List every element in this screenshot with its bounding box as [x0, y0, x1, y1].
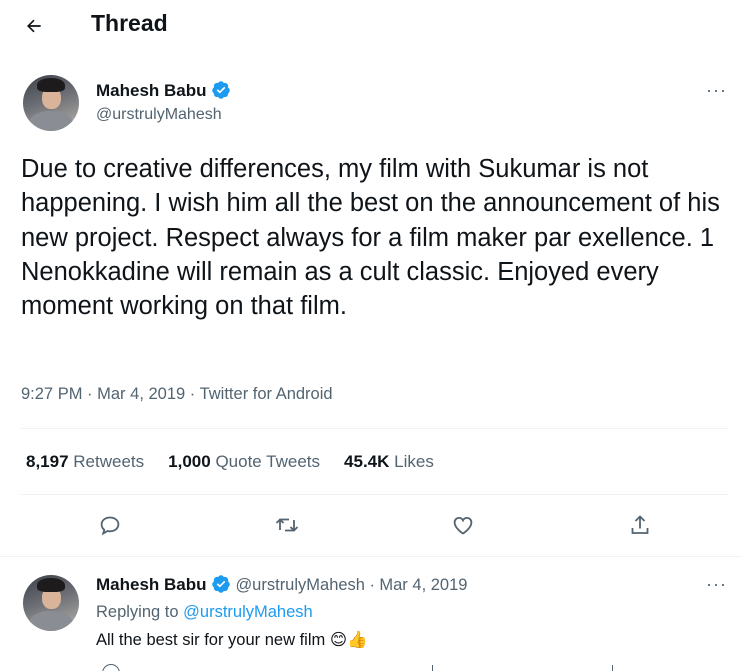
- quote-tweets-stat[interactable]: 1,000 Quote Tweets: [168, 452, 320, 472]
- tweet-source[interactable]: Twitter for Android: [200, 385, 333, 403]
- replying-to-link[interactable]: @urstrulyMahesh: [183, 603, 313, 621]
- verified-badge-icon: [212, 575, 230, 593]
- reply-avatar[interactable]: [23, 575, 79, 631]
- reply-text: All the best sir for your new film: [96, 631, 326, 649]
- divider: [0, 556, 741, 557]
- reply-more-options-button[interactable]: ···: [706, 574, 727, 595]
- meta-separator: ·: [189, 385, 196, 403]
- reply-header: Mahesh Babu @urstrulyMahesh · Mar 4, 201…: [96, 574, 467, 595]
- meta-separator: ·: [87, 385, 93, 403]
- tweet-time[interactable]: 9:27 PM: [21, 385, 82, 403]
- likes-stat[interactable]: 45.4K Likes: [344, 452, 434, 472]
- reply-author-handle[interactable]: @urstrulyMahesh: [235, 576, 365, 594]
- likes-label: Likes: [394, 452, 434, 471]
- likes-count: 45.4K: [344, 452, 390, 471]
- back-button[interactable]: [20, 14, 48, 38]
- like-button[interactable]: [445, 507, 481, 543]
- share-icon: [631, 515, 649, 534]
- share-button[interactable]: [622, 507, 658, 543]
- replying-to-line: Replying to @urstrulyMahesh: [96, 603, 313, 622]
- retweet-button[interactable]: [269, 507, 305, 543]
- engagement-stats: 8,197 Retweets 1,000 Quote Tweets 45.4K …: [26, 452, 458, 472]
- author-name[interactable]: Mahesh Babu: [96, 81, 207, 100]
- tweet-text: Due to creative differences, my film wit…: [21, 155, 720, 321]
- reply-retweet-icon[interactable]: [432, 665, 443, 671]
- reply-action-row-partial: [96, 664, 656, 671]
- tweet-meta: 9:27 PM · Mar 4, 2019 · Twitter for Andr…: [21, 385, 333, 404]
- heart-icon: [453, 516, 473, 535]
- reply-author-name[interactable]: Mahesh Babu: [96, 575, 207, 594]
- retweets-label: Retweets: [73, 452, 145, 471]
- reply-icon: [100, 516, 120, 536]
- more-options-button[interactable]: ···: [706, 80, 727, 101]
- reply-button[interactable]: [92, 507, 128, 543]
- reply-date[interactable]: Mar 4, 2019: [379, 576, 467, 594]
- reply-reply-icon[interactable]: [102, 664, 120, 671]
- page-title: Thread: [91, 10, 168, 36]
- quote-tweets-label: Quote Tweets: [215, 452, 321, 471]
- divider: [21, 494, 728, 495]
- retweets-stat[interactable]: 8,197 Retweets: [26, 452, 144, 472]
- reply-emoji: 😊👍: [329, 631, 368, 649]
- quote-tweets-count: 1,000: [168, 452, 211, 471]
- arrow-left-icon: [27, 19, 41, 33]
- divider: [21, 428, 728, 429]
- retweet-icon: [275, 518, 299, 532]
- reply-separator: ·: [369, 576, 375, 594]
- replying-prefix: Replying to: [96, 603, 179, 621]
- author-handle[interactable]: @urstrulyMahesh: [96, 106, 222, 124]
- retweets-count: 8,197: [26, 452, 69, 471]
- reply-share-icon[interactable]: [612, 665, 623, 671]
- avatar[interactable]: [23, 75, 79, 131]
- tweet-date[interactable]: Mar 4, 2019: [97, 385, 185, 403]
- reply-text-row: All the best sir for your new film 😊👍: [96, 630, 368, 650]
- author-name-row[interactable]: Mahesh Babu: [96, 80, 231, 101]
- verified-badge-icon: [212, 81, 230, 99]
